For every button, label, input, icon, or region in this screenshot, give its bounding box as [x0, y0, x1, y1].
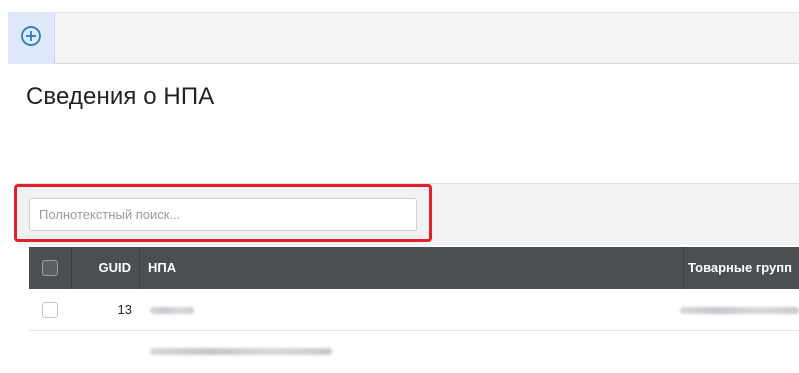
table-row-continuation — [29, 331, 799, 373]
search-input[interactable] — [29, 198, 417, 231]
table-row[interactable]: 13 — [29, 289, 799, 331]
blurred-group-text — [680, 307, 799, 314]
guid-cell: 13 — [117, 302, 132, 317]
select-all-checkbox[interactable] — [42, 260, 58, 276]
table-header: GUID НПА Товарные групп — [29, 247, 799, 289]
column-header-guid[interactable]: GUID — [72, 247, 140, 289]
page-title: Сведения о НПА — [26, 83, 215, 110]
column-header-product-groups[interactable]: Товарные групп — [684, 247, 799, 289]
plus-circle-icon — [20, 25, 42, 52]
add-button[interactable] — [8, 13, 55, 64]
select-all-cell — [29, 247, 72, 289]
column-header-npa[interactable]: НПА — [140, 247, 684, 289]
row-checkbox[interactable] — [42, 302, 58, 318]
blurred-npa-text — [150, 307, 194, 314]
toolbar — [8, 12, 799, 64]
blurred-npa-text — [150, 348, 332, 355]
